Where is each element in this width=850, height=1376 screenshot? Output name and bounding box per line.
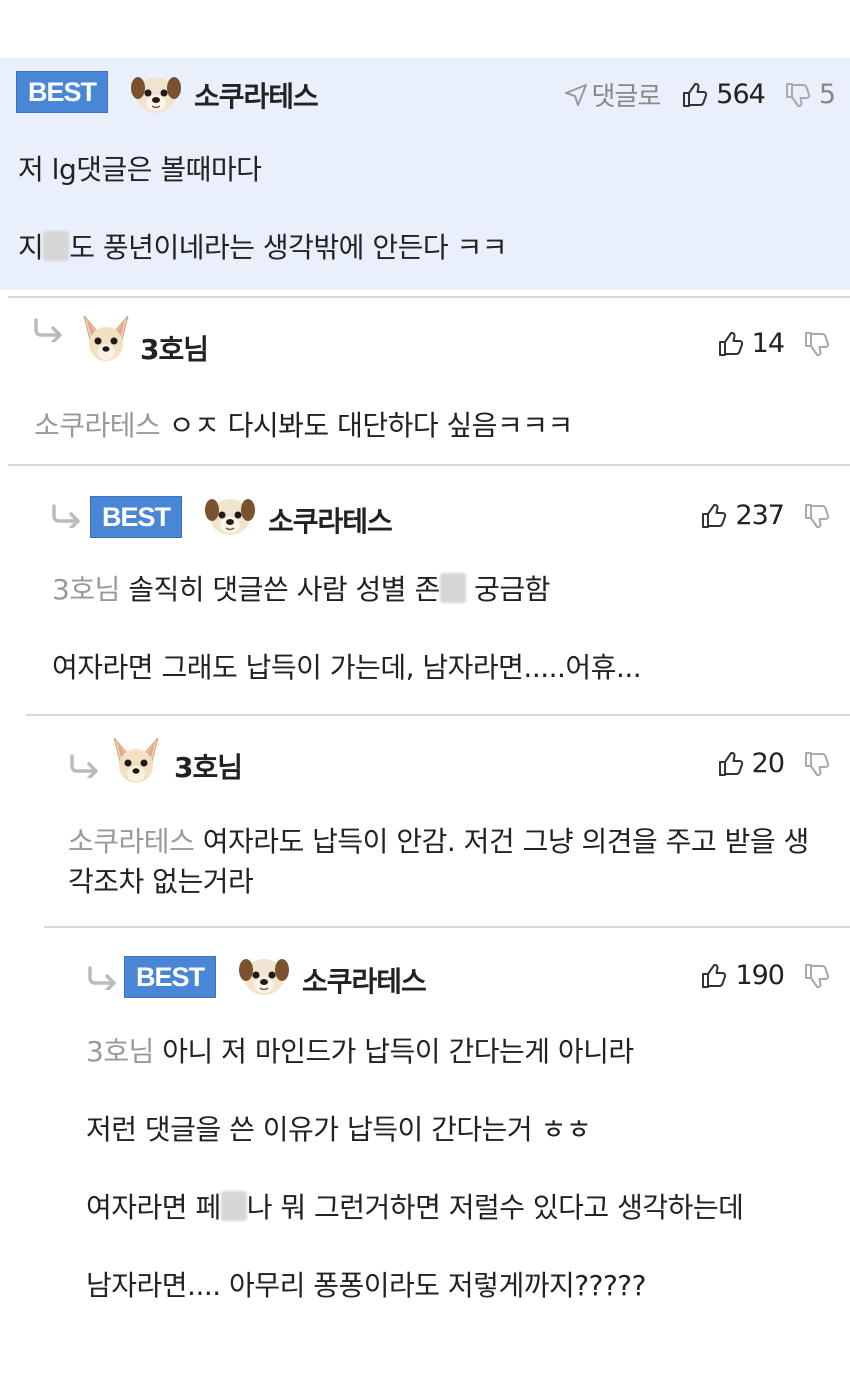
comment-line: 저런 댓글을 쓴 이유가 납득이 간다는거 ㅎㅎ bbox=[86, 1113, 592, 1146]
censored-blur bbox=[220, 1191, 247, 1221]
text-fragment: ㅇㅈ 다시봐도 대단하다 싶음ㅋㅋㅋ bbox=[160, 409, 574, 442]
username[interactable]: 3호님 bbox=[174, 746, 243, 786]
comment-body: 소쿠라테스 ㅇㅈ 다시봐도 대단하다 싶음ㅋㅋㅋ bbox=[34, 406, 830, 446]
mention[interactable]: 소쿠라테스 bbox=[34, 409, 161, 442]
dislike-count: 5 bbox=[818, 79, 836, 110]
comment-2: 3호님 14 소쿠라테스 ㅇㅈ 다시봐도 대단하다 싶음ㅋㅋㅋ bbox=[8, 296, 850, 464]
comment-header: 3호님 20 bbox=[26, 716, 850, 784]
chihuahua-avatar[interactable] bbox=[80, 314, 132, 364]
vote-area: 237 bbox=[699, 500, 830, 531]
reply-arrow-icon bbox=[86, 966, 120, 990]
mention[interactable]: 소쿠라테스 bbox=[68, 825, 195, 858]
comment-body: 소쿠라테스 여자라도 납득이 안감. 저건 그냥 의견을 주고 받을 생각조차 … bbox=[68, 822, 820, 902]
comment-line: 소쿠라테스 ㅇㅈ 다시봐도 대단하다 싶음ㅋㅋㅋ bbox=[34, 406, 830, 446]
thumbs-up-icon[interactable] bbox=[716, 750, 744, 778]
reply-arrow-icon bbox=[32, 318, 66, 342]
comment-line: 남자라면.... 아무리 퐁퐁이라도 저렇게까지????? bbox=[86, 1269, 647, 1302]
thumbs-up-icon[interactable] bbox=[716, 330, 744, 358]
thumbs-down-icon[interactable] bbox=[783, 81, 811, 109]
comment-line: 3호님 아니 저 마인드가 납득이 간다는게 아니라 bbox=[86, 1032, 824, 1072]
reply-arrow-icon bbox=[50, 504, 84, 528]
thumbs-down-icon[interactable] bbox=[802, 962, 830, 990]
thumbs-down-icon[interactable] bbox=[802, 750, 830, 778]
thumbs-up-icon[interactable] bbox=[680, 81, 708, 109]
thumbs-up-icon[interactable] bbox=[699, 502, 727, 530]
thumbs-down-icon[interactable] bbox=[802, 502, 830, 530]
text-fragment: 아니 저 마인드가 납득이 간다는게 아니라 bbox=[153, 1035, 634, 1068]
reply-button[interactable]: 댓글로 bbox=[564, 76, 661, 113]
username[interactable]: 3호님 bbox=[140, 328, 209, 368]
comment-line: 여자라면 페 나 뭐 그런거하면 저럴수 있다고 생각하는데 bbox=[86, 1188, 824, 1228]
vote-area: 20 bbox=[716, 748, 830, 779]
best-badge: BEST bbox=[16, 71, 108, 113]
comment-4: 3호님 20 소쿠라테스 여자라도 납득이 안감. 저건 그냥 의견을 주고 받… bbox=[26, 714, 850, 926]
best-badge: BEST bbox=[90, 496, 182, 538]
thumbs-down-icon[interactable] bbox=[802, 330, 830, 358]
comment-header: BEST 소쿠라테스 댓글로 564 5 bbox=[0, 58, 850, 118]
comment-header: 3호님 14 bbox=[8, 298, 850, 366]
comment-1: BEST 소쿠라테스 댓글로 564 5 저 lg댓글은 볼때마다 지 도 풍년이… bbox=[0, 58, 850, 290]
comment-body: 3호님 아니 저 마인드가 납득이 간다는게 아니라 저런 댓글을 쓴 이유가 … bbox=[86, 1032, 824, 1306]
dog-face-avatar[interactable] bbox=[204, 490, 256, 540]
text-fragment: 궁금함 bbox=[465, 573, 550, 606]
chihuahua-avatar[interactable] bbox=[110, 736, 162, 786]
censored-blur bbox=[439, 573, 466, 603]
mention[interactable]: 3호님 bbox=[86, 1035, 154, 1068]
comment-body: 3호님 솔직히 댓글쓴 사람 성별 존 궁금함 여자라면 그래도 납득이 가는데… bbox=[52, 570, 830, 688]
dog-face-avatar[interactable] bbox=[130, 68, 182, 118]
username[interactable]: 소쿠라테스 bbox=[302, 960, 427, 1000]
send-arrow-icon bbox=[564, 83, 588, 107]
comment-line: 소쿠라테스 여자라도 납득이 안감. 저건 그냥 의견을 주고 받을 생각조차 … bbox=[68, 822, 820, 902]
dog-face-avatar[interactable] bbox=[238, 950, 290, 1000]
comment-line: 3호님 솔직히 댓글쓴 사람 성별 존 궁금함 bbox=[52, 570, 830, 610]
comment-3: BEST 소쿠라테스 237 3호님 솔직히 댓글쓴 사람 성별 존 궁금함 여… bbox=[8, 464, 850, 714]
like-count: 190 bbox=[735, 960, 785, 991]
like-count: 237 bbox=[735, 500, 785, 531]
username[interactable]: 소쿠라테스 bbox=[268, 500, 393, 540]
like-count: 14 bbox=[751, 328, 785, 359]
text-fragment: 지 bbox=[18, 231, 44, 264]
comment-line: 저 lg댓글은 볼때마다 bbox=[18, 153, 262, 186]
comment-header: BEST 소쿠라테스 190 bbox=[44, 928, 850, 998]
mention[interactable]: 3호님 bbox=[52, 573, 120, 606]
comment-line: 여자라면 그래도 납득이 가는데, 남자라면.....어휴... bbox=[52, 651, 642, 684]
username[interactable]: 소쿠라테스 bbox=[194, 75, 319, 115]
like-count: 564 bbox=[716, 79, 766, 110]
vote-area: 댓글로 564 5 bbox=[564, 76, 836, 113]
text-fragment: 솔직히 댓글쓴 사람 성별 존 bbox=[119, 573, 440, 606]
comment-5: BEST 소쿠라테스 190 3호님 아니 저 마인드가 납득이 간다는게 아니… bbox=[44, 926, 850, 1376]
comment-line: 지 도 풍년이네라는 생각밖에 안든다 ㅋㅋ bbox=[18, 228, 830, 268]
text-fragment: 나 뭐 그런거하면 저럴수 있다고 생각하는데 bbox=[246, 1191, 744, 1224]
comment-body: 저 lg댓글은 볼때마다 지 도 풍년이네라는 생각밖에 안든다 ㅋㅋ bbox=[18, 150, 830, 268]
thumbs-up-icon[interactable] bbox=[699, 962, 727, 990]
text-fragment: 여자라면 페 bbox=[86, 1191, 221, 1224]
like-count: 20 bbox=[751, 748, 785, 779]
vote-area: 190 bbox=[699, 960, 830, 991]
reply-arrow-icon bbox=[68, 754, 102, 778]
text-fragment: 도 풍년이네라는 생각밖에 안든다 ㅋㅋ bbox=[69, 231, 508, 264]
vote-area: 14 bbox=[716, 328, 830, 359]
reply-label: 댓글로 bbox=[591, 82, 662, 112]
censored-blur bbox=[43, 231, 70, 261]
best-badge: BEST bbox=[124, 956, 216, 998]
comment-header: BEST 소쿠라테스 237 bbox=[8, 466, 850, 538]
